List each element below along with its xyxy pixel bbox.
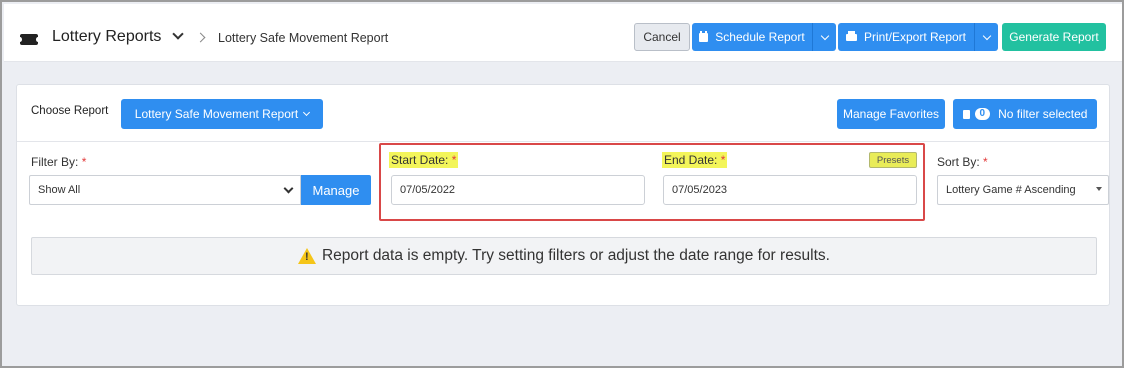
chevron-down-icon bbox=[982, 31, 991, 40]
filter-status-label: No filter selected bbox=[998, 107, 1088, 121]
required-marker: * bbox=[451, 153, 457, 167]
sort-by-select[interactable]: Lottery Game # Ascending bbox=[937, 175, 1109, 205]
printer-icon bbox=[845, 30, 857, 41]
filter-by-label: Filter By: * bbox=[31, 155, 86, 169]
manage-favorites-button[interactable]: Manage Favorites bbox=[837, 99, 945, 129]
manage-favorites-label: Manage Favorites bbox=[842, 107, 940, 121]
start-date-label: Start Date: * bbox=[389, 152, 459, 168]
chevron-down-icon bbox=[820, 31, 829, 40]
breadcrumb: Lottery Safe Movement Report bbox=[218, 31, 389, 45]
app-title: Lottery Reports bbox=[52, 28, 162, 45]
choose-report-label: Choose Report bbox=[31, 105, 109, 117]
sort-by-value: Lottery Game # Ascending bbox=[946, 184, 1076, 196]
filter-count-badge: 0 bbox=[974, 108, 991, 120]
filter-by-select[interactable]: Show All bbox=[29, 175, 301, 205]
divider bbox=[17, 141, 1109, 142]
caret-down-icon bbox=[1096, 187, 1102, 191]
required-marker: * bbox=[720, 153, 726, 167]
end-date-label-text: End Date: bbox=[664, 153, 718, 167]
schedule-report-dropdown-button[interactable] bbox=[812, 23, 836, 51]
schedule-report-button[interactable]: Schedule Report bbox=[692, 23, 812, 51]
cancel-button-label: Cancel bbox=[643, 30, 681, 44]
manage-filter-label: Manage bbox=[312, 182, 360, 198]
manage-filter-button[interactable]: Manage bbox=[301, 175, 371, 205]
report-card: Choose Report Lottery Safe Movement Repo… bbox=[16, 84, 1110, 306]
app-menu-chevron-down-icon[interactable] bbox=[172, 28, 184, 40]
start-date-label-text: Start Date: bbox=[391, 153, 449, 167]
generate-report-label: Generate Report bbox=[1009, 30, 1099, 44]
end-date-value: 07/05/2023 bbox=[672, 184, 728, 196]
app-window: Lottery Reports Lottery Safe Movement Re… bbox=[0, 0, 1124, 368]
calendar-icon bbox=[699, 30, 709, 42]
empty-report-alert: Report data is empty. Try setting filter… bbox=[31, 237, 1097, 275]
schedule-report-label: Schedule Report bbox=[715, 30, 805, 44]
selected-report-label: Lottery Safe Movement Report bbox=[134, 107, 299, 121]
print-export-button[interactable]: Print/Export Report bbox=[838, 23, 974, 51]
sort-by-label-text: Sort By: bbox=[937, 155, 980, 169]
start-date-value: 07/05/2022 bbox=[400, 184, 456, 196]
presets-label: Presets bbox=[876, 154, 910, 166]
required-marker: * bbox=[81, 155, 87, 169]
breadcrumb-chevron-right-icon bbox=[195, 32, 206, 43]
sort-by-label: Sort By: * bbox=[937, 155, 988, 169]
chevron-down-icon bbox=[303, 108, 311, 116]
print-export-label: Print/Export Report bbox=[863, 30, 967, 44]
ticket-icon bbox=[18, 34, 40, 45]
filter-icon bbox=[962, 109, 970, 119]
choose-report-dropdown[interactable]: Lottery Safe Movement Report bbox=[121, 99, 323, 129]
generate-report-button[interactable]: Generate Report bbox=[1002, 23, 1106, 51]
cancel-button[interactable]: Cancel bbox=[634, 23, 690, 51]
top-header: Lottery Reports Lottery Safe Movement Re… bbox=[4, 4, 1122, 62]
print-export-dropdown-button[interactable] bbox=[974, 23, 998, 51]
end-date-label-highlight: End Date: * bbox=[662, 152, 728, 168]
end-date-input[interactable]: 07/05/2023 bbox=[663, 175, 917, 205]
filter-status-button[interactable]: 0 No filter selected bbox=[953, 99, 1097, 129]
start-date-label-highlight: Start Date: * bbox=[389, 152, 459, 168]
presets-button[interactable]: Presets bbox=[869, 152, 917, 168]
filter-by-label-text: Filter By: bbox=[31, 155, 79, 169]
chevron-down-icon bbox=[283, 183, 294, 194]
alert-message: Report data is empty. Try setting filter… bbox=[321, 247, 830, 264]
start-date-input[interactable]: 07/05/2022 bbox=[391, 175, 645, 205]
end-date-label: End Date: * bbox=[662, 152, 728, 168]
required-marker: * bbox=[983, 155, 988, 169]
warning-icon bbox=[297, 248, 316, 264]
filter-by-value: Show All bbox=[38, 184, 81, 196]
